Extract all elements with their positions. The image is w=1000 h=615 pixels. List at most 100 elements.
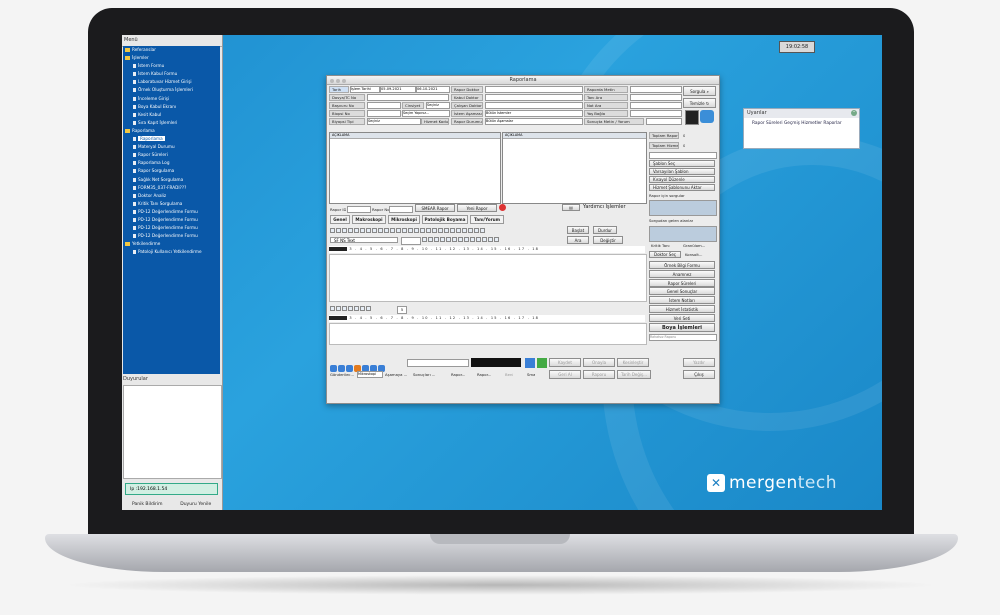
kabul-doktor-select[interactable] [485, 94, 583, 101]
dosya-no-label[interactable]: Dosya/TC No [329, 94, 365, 101]
collapse-icon[interactable]: ⌃ [851, 110, 857, 116]
doktor-sec-button[interactable]: Doktor Seç [649, 251, 681, 258]
sma-checkbox[interactable]: Sma [527, 372, 535, 377]
editor2-area[interactable] [329, 323, 647, 345]
menu-item[interactable]: PD-12 Değerlendirme Formu [123, 216, 220, 224]
smear-rapor-button[interactable]: SMEAR Rapor [415, 204, 455, 212]
ara-button[interactable]: Ara [567, 236, 589, 244]
menu-item[interactable]: Yetkilendirme [123, 240, 220, 248]
download-icon[interactable] [537, 358, 547, 368]
tab-item[interactable]: Tanı/Yorum [470, 215, 504, 224]
raporda-metin-input[interactable] [630, 86, 682, 93]
aciklama-pane-right[interactable]: AÇIKLAMA [502, 132, 647, 204]
varsayilan-sablon-button[interactable]: Varsayılan Şablon [649, 168, 715, 175]
tab-item[interactable]: Makroskopi [352, 215, 386, 224]
sonuclari-checkbox[interactable]: Sonuçları ... [413, 372, 435, 377]
rapor-sorgular-box[interactable] [649, 200, 717, 216]
editor-toolbar-icons[interactable] [330, 228, 485, 233]
beni-checkbox[interactable]: Beni [505, 372, 513, 377]
menu-item[interactable]: Laboratuvar Hizmet Girişi [123, 78, 220, 86]
font-size-select[interactable] [401, 237, 421, 245]
menu-item[interactable]: FORM35_037-FRADI??? [123, 184, 220, 192]
aciklama-pane-left[interactable]: AÇIKLAMA [329, 132, 501, 204]
islem-tarihi-select[interactable]: İşlem Tarihi [350, 86, 380, 93]
cinsiyet-select[interactable]: Seçiniz [426, 102, 450, 109]
date-to-input[interactable]: 06.10.2021 [416, 86, 450, 93]
rapor-durumu-select[interactable]: Bütün Aşamalar [485, 118, 583, 125]
menu-item[interactable]: Raporlama [123, 127, 220, 135]
cinsiyet-label[interactable]: Cinsiyet [402, 102, 424, 109]
calisan-doktor-select[interactable] [485, 102, 583, 109]
editor2-toolbar-icons[interactable] [330, 306, 371, 311]
biopsi-no-input[interactable] [367, 110, 401, 117]
tab-item[interactable]: Patolojik Boyama [422, 215, 468, 224]
nav-slider[interactable] [407, 359, 469, 367]
window-controls[interactable] [330, 78, 348, 86]
note-icon[interactable] [685, 110, 699, 125]
tab-item[interactable]: Genel [330, 215, 350, 224]
tani-ara-input[interactable] [630, 94, 682, 101]
rapor2-checkbox[interactable]: Rapor... [477, 372, 491, 377]
granulom-checkbox[interactable]: Granülom... [683, 243, 705, 248]
print-icon[interactable]: ▤ [562, 204, 580, 211]
raporu-button[interactable]: Raporu [583, 370, 615, 379]
mikroskopi-select[interactable]: Mikroskopi [357, 371, 383, 378]
tarih-degis-button[interactable]: Tarih Değiş... [617, 370, 651, 379]
menu-item[interactable]: Raporlama Log [123, 159, 220, 167]
delete-icon[interactable] [499, 204, 506, 211]
dosya-no-input[interactable] [367, 94, 449, 101]
menu-item[interactable]: Referanslar [123, 46, 220, 54]
menu-item[interactable]: PD-12 Değerlendirme Formu [123, 224, 220, 232]
sorgudan-gelen-box[interactable] [649, 226, 717, 242]
save-icon[interactable] [525, 358, 535, 368]
duyuru-yenile-button[interactable]: Duyuru Yenile [172, 500, 221, 509]
menu-item[interactable]: Patoloji Kullanıcı Yetkilendirme [123, 248, 220, 256]
action-button[interactable]: Rapor Süreleri [649, 278, 715, 287]
secim-select[interactable]: Seçim Yapınız... [402, 110, 450, 117]
sorgula-button[interactable]: Sorgula ⌕ [683, 86, 716, 96]
action-button[interactable]: Örnek Bilgi Formu [649, 261, 715, 269]
menu-item[interactable]: Kritik Tanı Sorgulama [123, 200, 220, 208]
menu-item[interactable]: Materyal Durumu [123, 143, 220, 151]
not-ara-input[interactable] [630, 102, 682, 109]
kisayol-duzenle-button[interactable]: Kısayol Düzenle [649, 176, 715, 183]
editor-area[interactable] [329, 254, 647, 302]
font-select[interactable]: SF NS Text [330, 237, 398, 243]
degistir-button[interactable]: Değiştir [593, 236, 623, 244]
menu-item[interactable]: Kesit Kabul [123, 111, 220, 119]
action-button[interactable]: İstem Notları [649, 296, 715, 305]
basvuru-no-label[interactable]: Başvuru No [329, 102, 365, 109]
action-button[interactable]: Genel Sonuçlar [649, 287, 715, 296]
durdur-button[interactable]: Durdur [593, 226, 617, 234]
action-button[interactable]: Veri Seti [649, 313, 715, 322]
sonucta-metin-input[interactable] [646, 118, 682, 125]
temizle-button[interactable]: Temizle ↻ [683, 98, 716, 108]
baslat-button[interactable]: Başlat [567, 226, 589, 234]
rapor-no-input[interactable] [389, 206, 413, 213]
menu-item[interactable]: İstem Formu [123, 62, 220, 70]
menu-item[interactable]: Rapor Sorgulama [123, 167, 220, 175]
geri-al-button[interactable]: Geri Al [549, 370, 581, 379]
menu-item[interactable]: Boya Kabul Ekranı [123, 103, 220, 111]
menu-item[interactable]: İnceleme Girişi [123, 95, 220, 103]
onayla-button[interactable]: Onayla [583, 358, 615, 367]
hizmet-kodu-label[interactable]: Hizmet Kodu [421, 118, 449, 125]
biyopsi-tipi-select[interactable]: Seçiniz [367, 118, 421, 125]
menu-item[interactable]: Raporlama [123, 135, 220, 143]
rapor-select[interactable]: Rahatsız Raporu [649, 334, 717, 341]
boya-islemleri-button[interactable]: Boya İşlemleri [649, 323, 715, 332]
cikis-button[interactable]: Çıkış [683, 370, 715, 379]
kesinlestir-button[interactable]: Kesinleştir [617, 358, 649, 367]
yas-bagla-input[interactable] [630, 110, 682, 117]
tab-item[interactable]: Mikroskopi [388, 215, 420, 224]
menu-item[interactable]: Rapor Süreleri [123, 151, 220, 159]
rapor1-checkbox[interactable]: Rapor... [451, 372, 465, 377]
uyarilar-text[interactable]: Rapor Süreleri Geçmiş Hizmetler Raporlar [744, 118, 859, 127]
konsolt-checkbox[interactable]: Konsolt... [685, 252, 703, 257]
panik-bildirim-button[interactable]: Panik Bildirim [123, 500, 172, 509]
menu-item[interactable]: PD-12 Değerlendirme Formu [123, 232, 220, 240]
rapor-id-input[interactable] [347, 206, 371, 213]
size-input[interactable]: 5 [397, 306, 407, 314]
menu-item[interactable]: Sıra Kapıt İşlemleri [123, 119, 220, 127]
menu-item[interactable]: PD-12 Değerlendirme Formu [123, 208, 220, 216]
